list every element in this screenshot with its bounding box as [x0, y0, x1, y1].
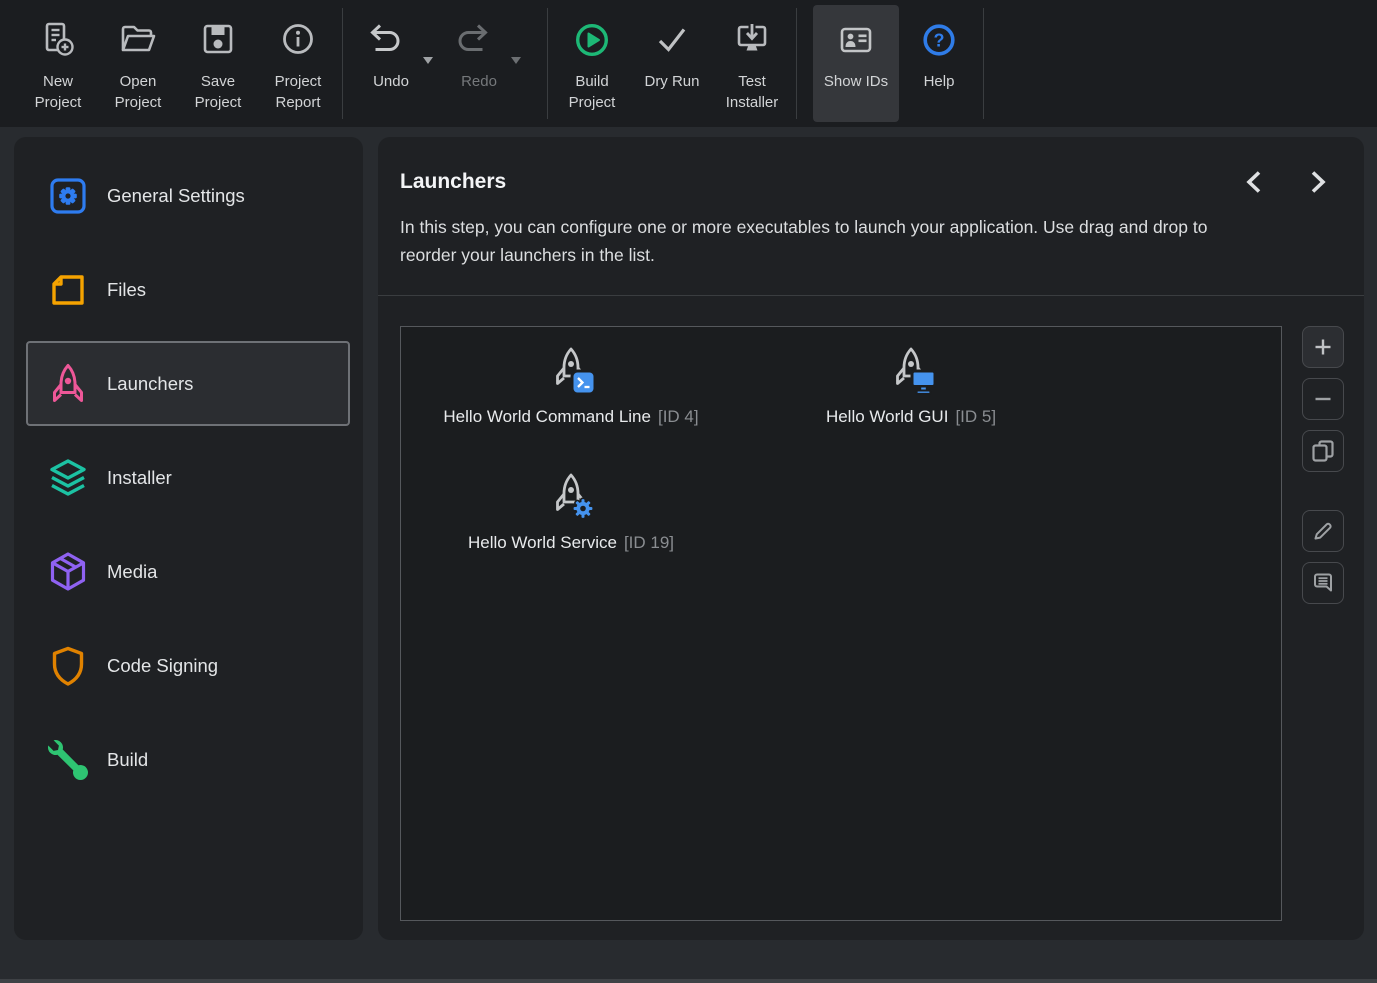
sidebar-item-label: Build: [107, 749, 148, 771]
duplicate-icon: [1311, 439, 1335, 463]
save-project-button[interactable]: Save Project: [178, 5, 258, 122]
toolbar-separator: [983, 8, 984, 119]
launcher-id-badge: [ID 19]: [624, 533, 674, 552]
window-bottom-edge: [0, 979, 1377, 983]
gear-in-square-icon: [46, 174, 90, 218]
sidebar-item-installer[interactable]: Installer: [26, 435, 350, 520]
toolbar-button-label: Dry Run: [633, 71, 711, 92]
wrench-icon: [46, 738, 90, 782]
rocket-icon: [46, 362, 90, 406]
sidebar: General Settings Files Launchers: [14, 137, 363, 940]
rocket-terminal-icon: [545, 345, 597, 397]
add-launcher-button[interactable]: [1302, 326, 1344, 368]
edit-pencil-icon: [1312, 520, 1334, 542]
comment-icon: [1311, 571, 1335, 595]
file-icon: [46, 268, 90, 312]
sidebar-item-label: Files: [107, 279, 146, 301]
cube-icon: [46, 550, 90, 594]
build-project-icon: [572, 18, 612, 62]
toolbar-button-label: Save Project: [179, 71, 257, 113]
launcher-item-service[interactable]: Hello World Service [ID 19]: [401, 465, 741, 591]
show-ids-icon: [836, 18, 876, 62]
redo-dropdown-caret[interactable]: [511, 57, 521, 64]
sidebar-item-code-signing[interactable]: Code Signing: [26, 623, 350, 708]
build-project-button[interactable]: Build Project: [552, 5, 632, 122]
toolbar-button-label: Help: [900, 71, 978, 92]
rocket-monitor-icon: [885, 345, 937, 397]
open-project-icon: [118, 18, 158, 62]
test-installer-icon: [732, 18, 772, 62]
redo-button[interactable]: Redo: [435, 5, 523, 122]
launcher-item-command-line[interactable]: Hello World Command Line [ID 4]: [401, 339, 741, 465]
toolbar-button-label: Open Project: [99, 71, 177, 113]
previous-step-button[interactable]: [1242, 169, 1268, 195]
toolbar: New Project Open Project Save Project: [0, 0, 1377, 127]
sidebar-item-label: Installer: [107, 467, 172, 489]
undo-dropdown-caret[interactable]: [423, 57, 433, 64]
divider: [378, 295, 1364, 296]
launcher-id-badge: [ID 4]: [658, 407, 699, 426]
new-project-button[interactable]: New Project: [18, 5, 98, 122]
sidebar-item-label: Launchers: [107, 373, 193, 395]
svg-text:?: ?: [934, 31, 945, 51]
help-button[interactable]: ? Help: [899, 5, 979, 122]
rocket-gear-icon: [545, 471, 597, 523]
toolbar-separator: [796, 8, 797, 119]
undo-icon: [365, 18, 405, 62]
toolbar-separator: [342, 8, 343, 119]
shield-icon: [46, 644, 90, 688]
comment-launcher-button[interactable]: [1302, 562, 1344, 604]
redo-icon: [453, 18, 493, 62]
chevron-right-icon: [1304, 169, 1330, 195]
chevron-left-icon: [1242, 169, 1268, 195]
new-project-icon: [38, 18, 78, 62]
sidebar-item-label: Media: [107, 561, 157, 583]
sidebar-item-files[interactable]: Files: [26, 247, 350, 332]
launcher-actions: [1302, 326, 1344, 921]
toolbar-separator: [547, 8, 548, 119]
toolbar-button-label: Project Report: [259, 71, 337, 113]
test-installer-button[interactable]: Test Installer: [712, 5, 792, 122]
sidebar-item-launchers[interactable]: Launchers: [26, 341, 350, 426]
add-icon: [1312, 336, 1334, 358]
remove-icon: [1312, 388, 1334, 410]
remove-launcher-button[interactable]: [1302, 378, 1344, 420]
show-ids-button[interactable]: Show IDs: [813, 5, 899, 122]
open-project-button[interactable]: Open Project: [98, 5, 178, 122]
launcher-name: Hello World GUI: [826, 407, 949, 426]
dry-run-icon: [652, 18, 692, 62]
next-step-button[interactable]: [1304, 169, 1330, 195]
launchers-panel: Launchers In this step, you can configur…: [378, 137, 1364, 940]
launcher-id-badge: [ID 5]: [955, 407, 996, 426]
toolbar-button-label: Build Project: [553, 71, 631, 113]
sidebar-item-label: Code Signing: [107, 655, 218, 677]
toolbar-button-label: New Project: [19, 71, 97, 113]
sidebar-item-media[interactable]: Media: [26, 529, 350, 614]
duplicate-launcher-button[interactable]: [1302, 430, 1344, 472]
page-title: Launchers: [400, 170, 506, 194]
toolbar-button-label: Show IDs: [817, 71, 895, 92]
edit-launcher-button[interactable]: [1302, 510, 1344, 552]
save-project-icon: [198, 18, 238, 62]
dry-run-button[interactable]: Dry Run: [632, 5, 712, 122]
project-report-button[interactable]: Project Report: [258, 5, 338, 122]
sidebar-item-build[interactable]: Build: [26, 717, 350, 802]
launcher-name: Hello World Command Line: [443, 407, 651, 426]
help-icon: ?: [919, 18, 959, 62]
undo-button[interactable]: Undo: [347, 5, 435, 122]
launcher-list[interactable]: Hello World Command Line[ID 4] Hel: [400, 326, 1282, 921]
launcher-name: Hello World Service: [468, 533, 617, 552]
step-description: In this step, you can configure one or m…: [400, 213, 1220, 269]
toolbar-button-label: Test Installer: [713, 71, 791, 113]
toolbar-button-label: Redo: [440, 71, 518, 92]
launcher-item-gui[interactable]: Hello World GUI [ID 5]: [741, 339, 1081, 465]
sidebar-item-label: General Settings: [107, 185, 245, 207]
project-report-icon: [278, 18, 318, 62]
layers-icon: [46, 456, 90, 500]
toolbar-button-label: Undo: [352, 71, 430, 92]
sidebar-item-general-settings[interactable]: General Settings: [26, 153, 350, 238]
